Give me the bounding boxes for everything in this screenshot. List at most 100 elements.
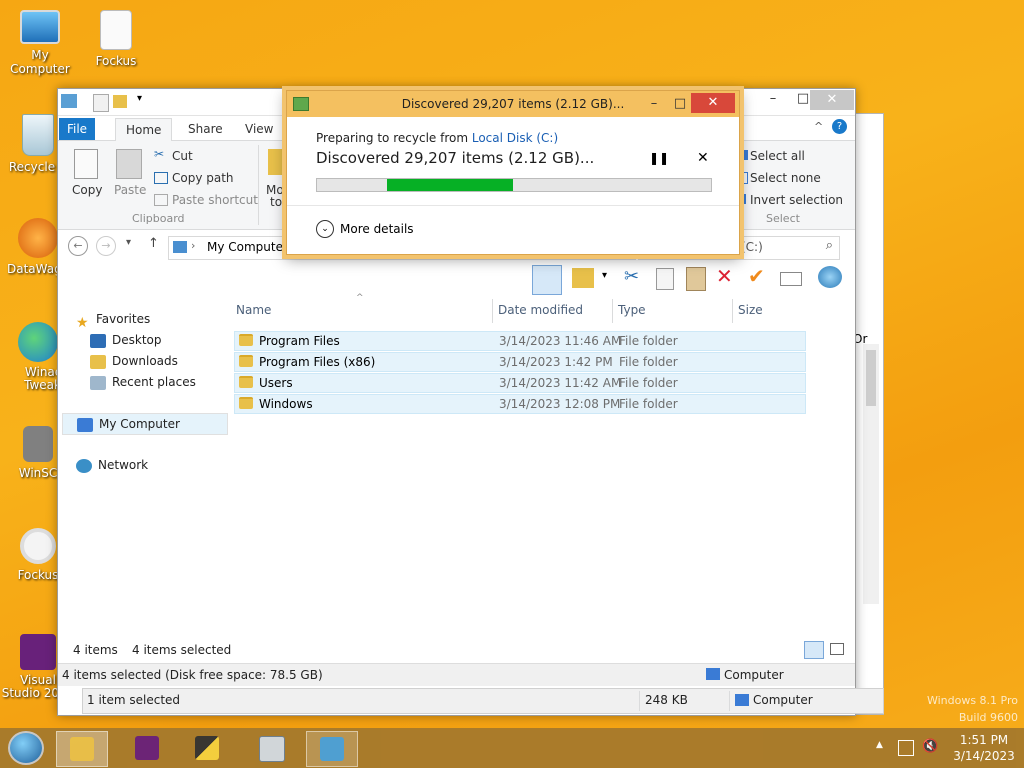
- delete-progress-dialog[interactable]: Discovered 29,207 items (2.12 GB)... – □…: [286, 90, 740, 255]
- paste-shortcut-label: Paste shortcut: [172, 193, 258, 207]
- details-view-button[interactable]: [804, 641, 824, 659]
- dialog-titlebar[interactable]: Discovered 29,207 items (2.12 GB)... – □…: [287, 91, 739, 117]
- dialog-close-button[interactable]: ✕: [691, 93, 735, 113]
- paste-icon[interactable]: [686, 267, 706, 291]
- file-date: 3/14/2023 11:42 AM: [499, 376, 622, 390]
- copy-button[interactable]: Copy: [66, 147, 106, 199]
- copy-icon[interactable]: [656, 268, 674, 290]
- preview-pane-button[interactable]: [532, 265, 562, 295]
- minimize-button[interactable]: –: [758, 89, 788, 109]
- checkmark-icon[interactable]: ✔: [748, 264, 765, 288]
- column-divider: [612, 299, 613, 323]
- large-icons-view-button[interactable]: [830, 643, 844, 655]
- computer-icon: [20, 10, 60, 44]
- file-type: File folder: [619, 334, 678, 348]
- tab-share[interactable]: Share: [178, 118, 233, 140]
- taskbar-visual-studio[interactable]: [122, 731, 172, 765]
- start-button[interactable]: [8, 731, 44, 765]
- copy-path-button[interactable]: Copy path: [154, 169, 244, 187]
- tab-file[interactable]: File: [59, 118, 95, 140]
- clock-time: 1:51 PM: [959, 733, 1009, 747]
- copy-path-label: Copy path: [172, 171, 234, 185]
- cancel-operation-button[interactable]: ✕: [697, 150, 709, 166]
- clock[interactable]: 1:51 PM 3/14/2023: [946, 732, 1022, 764]
- rename-icon[interactable]: [780, 272, 802, 286]
- nav-network[interactable]: Network: [76, 455, 148, 475]
- scrollbar-thumb[interactable]: [866, 350, 876, 406]
- new-folder-icon[interactable]: [113, 95, 127, 108]
- delete-icon[interactable]: ✕: [716, 264, 733, 288]
- collapse-ribbon-icon[interactable]: ^: [814, 120, 823, 133]
- column-header-type[interactable]: Type: [618, 303, 646, 317]
- file-name: Program Files (x86): [259, 355, 376, 369]
- visual-studio-icon: [20, 634, 56, 670]
- column-header-size[interactable]: Size: [738, 303, 763, 317]
- select-none-button[interactable]: Select none: [738, 169, 848, 187]
- paste-button[interactable]: Paste: [110, 147, 150, 199]
- desktop-icon-my-computer[interactable]: My Computer: [2, 10, 78, 76]
- back-button[interactable]: ←: [68, 236, 88, 256]
- nav-recent-places[interactable]: Recent places: [90, 372, 196, 392]
- recent-locations-icon[interactable]: ▾: [126, 237, 131, 248]
- close-button[interactable]: ✕: [810, 90, 854, 110]
- move-to-button[interactable]: Mov to: [264, 147, 288, 207]
- cut-icon[interactable]: ✂: [624, 266, 639, 287]
- downloads-folder-icon: [90, 354, 106, 369]
- search-icon[interactable]: ⌕: [826, 238, 833, 253]
- taskbar-resource-monitor[interactable]: [246, 731, 296, 765]
- file-type: File folder: [619, 376, 678, 390]
- visual-studio-icon: [135, 736, 159, 760]
- taskbar-explorer[interactable]: [56, 731, 108, 767]
- network-icon: [76, 458, 92, 473]
- progress-bar: [316, 178, 712, 192]
- breadcrumb-location[interactable]: My Computer: [207, 240, 288, 254]
- new-folder-dropdown-icon[interactable]: ▾: [602, 270, 607, 281]
- paste-shortcut-button[interactable]: Paste shortcut: [154, 191, 264, 209]
- volume-muted-icon[interactable]: 🔇: [922, 739, 938, 754]
- properties-icon[interactable]: [93, 94, 109, 112]
- file-name: Windows: [259, 397, 313, 411]
- up-button[interactable]: ↑: [148, 236, 159, 251]
- dialog-source-link[interactable]: Local Disk (C:): [472, 131, 558, 145]
- new-folder-button[interactable]: [572, 268, 594, 288]
- invert-selection-button[interactable]: Invert selection: [738, 191, 850, 209]
- scrollbar[interactable]: [863, 344, 879, 604]
- desktop-icon-fockus-file[interactable]: Fockus: [78, 10, 154, 68]
- move-to-icon: [268, 149, 288, 175]
- column-header-date[interactable]: Date modified: [498, 303, 583, 317]
- table-row[interactable]: Windows 3/14/2023 12:08 PM File folder: [234, 394, 806, 414]
- taskbar-wizard[interactable]: [182, 731, 232, 765]
- shell-icon[interactable]: [818, 266, 842, 288]
- nav-favorites[interactable]: ★ Favorites: [76, 309, 150, 331]
- select-all-label: Select all: [750, 149, 805, 163]
- selected-count: 4 items selected: [132, 643, 232, 657]
- quick-access-toolbar[interactable]: ▾: [61, 93, 151, 112]
- help-icon[interactable]: ?: [832, 119, 847, 134]
- qat-dropdown-icon[interactable]: ▾: [137, 93, 142, 104]
- table-row[interactable]: Program Files (x86) 3/14/2023 1:42 PM Fi…: [234, 352, 806, 372]
- table-row[interactable]: Users 3/14/2023 11:42 AM File folder: [234, 373, 806, 393]
- column-divider: [492, 299, 493, 323]
- tab-home[interactable]: Home: [115, 118, 173, 142]
- show-hidden-icons-button[interactable]: ▲: [876, 740, 883, 750]
- table-row[interactable]: Program Files 3/14/2023 11:46 AM File fo…: [234, 331, 806, 351]
- nav-downloads[interactable]: Downloads: [90, 351, 178, 371]
- network-tray-icon[interactable]: [898, 740, 914, 756]
- select-all-button[interactable]: Select all: [738, 147, 848, 165]
- nav-my-computer[interactable]: My Computer: [62, 413, 228, 435]
- select-none-label: Select none: [750, 171, 821, 185]
- nav-desktop-label: Desktop: [112, 333, 162, 347]
- taskbar-control-panel[interactable]: [306, 731, 358, 767]
- nav-desktop[interactable]: Desktop: [90, 330, 162, 350]
- breadcrumb-separator-icon: ›: [191, 239, 196, 252]
- pause-button[interactable]: ❚❚: [649, 151, 669, 165]
- column-header-name[interactable]: Name: [236, 303, 271, 317]
- status-bar-selection: 1 item selected 248 KB Computer: [82, 688, 884, 714]
- paste-shortcut-icon: [154, 194, 168, 206]
- tab-view[interactable]: View: [235, 118, 283, 140]
- file-date: 3/14/2023 12:08 PM: [499, 397, 621, 411]
- move-to-label-2: to: [270, 195, 283, 207]
- forward-button[interactable]: →: [96, 236, 116, 256]
- watermark-line-2: Build 9600: [958, 711, 1018, 724]
- invert-selection-label: Invert selection: [750, 193, 844, 207]
